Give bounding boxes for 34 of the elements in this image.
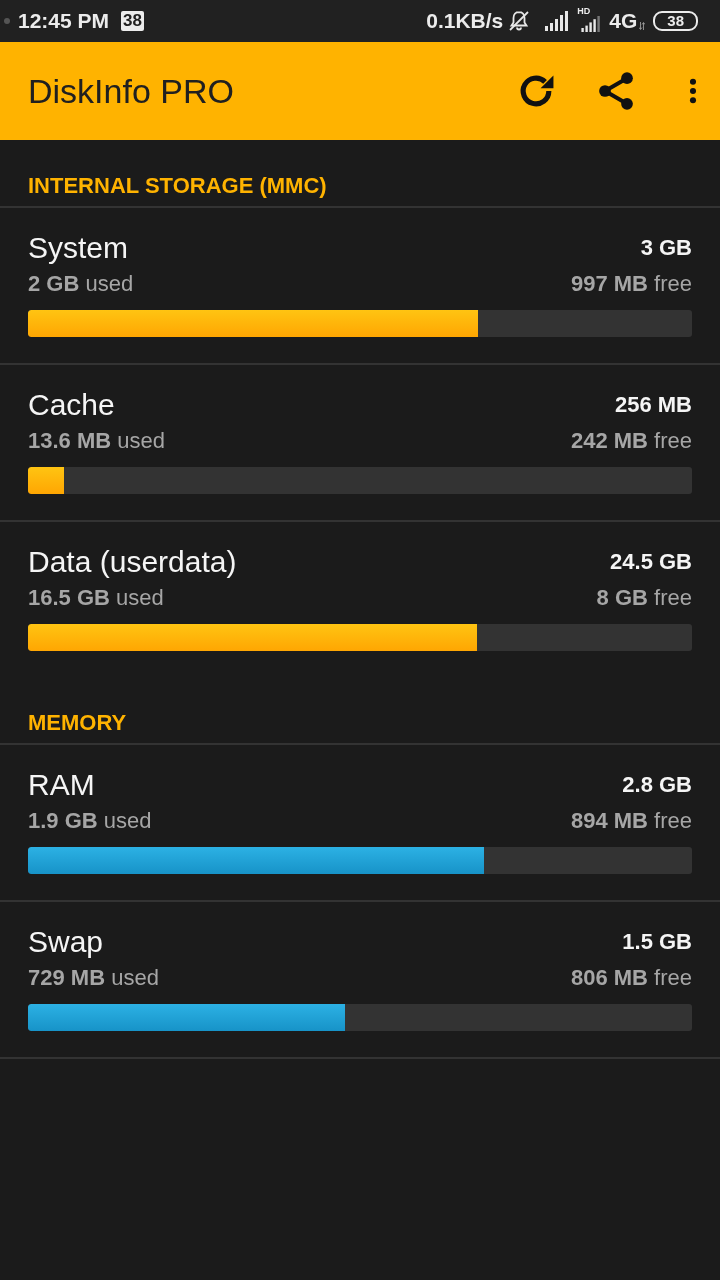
partition-name: System <box>28 231 129 265</box>
status-dot-icon <box>4 18 10 24</box>
bell-muted-icon <box>507 9 532 33</box>
hd-label: HD <box>577 6 591 16</box>
used-amount: 13.6 MB used <box>28 428 165 454</box>
signal-bars-icon <box>545 11 570 31</box>
used-amount: 1.9 GB used <box>28 808 152 834</box>
total-size: 2.8 GB <box>622 772 692 798</box>
total-size: 24.5 GB <box>610 549 692 575</box>
more-options-icon[interactable] <box>688 77 698 105</box>
partition-name: RAM <box>28 768 95 802</box>
total-size: 3 GB <box>640 235 692 261</box>
notification-badge: 38 <box>121 11 144 31</box>
data-arrows-icon <box>639 22 646 30</box>
partition-name: Cache <box>28 388 115 422</box>
app-title: DiskInfo PRO <box>28 71 234 111</box>
partition-name: Swap <box>28 925 104 959</box>
total-size: 256 MB <box>614 392 692 418</box>
clock-time: 12:45 PM <box>18 9 110 33</box>
section-header: INTERNAL STORAGE (MMC) <box>27 172 328 200</box>
free-amount: 242 MB free <box>570 428 692 454</box>
free-amount: 806 MB free <box>570 965 692 991</box>
battery-level: 38 <box>653 11 698 31</box>
used-amount: 2 GB used <box>28 271 134 297</box>
free-amount: 8 GB free <box>596 585 692 611</box>
total-size: 1.5 GB <box>622 929 692 955</box>
partition-name: Data (userdata) <box>28 545 237 579</box>
used-amount: 16.5 GB used <box>28 585 164 611</box>
free-amount: 997 MB free <box>570 271 692 297</box>
free-amount: 894 MB free <box>570 808 692 834</box>
section-header: MEMORY <box>27 709 128 737</box>
network-speed: 0.1KB/s <box>426 9 504 33</box>
used-amount: 729 MB used <box>28 965 159 991</box>
network-type: 4G <box>609 9 638 33</box>
